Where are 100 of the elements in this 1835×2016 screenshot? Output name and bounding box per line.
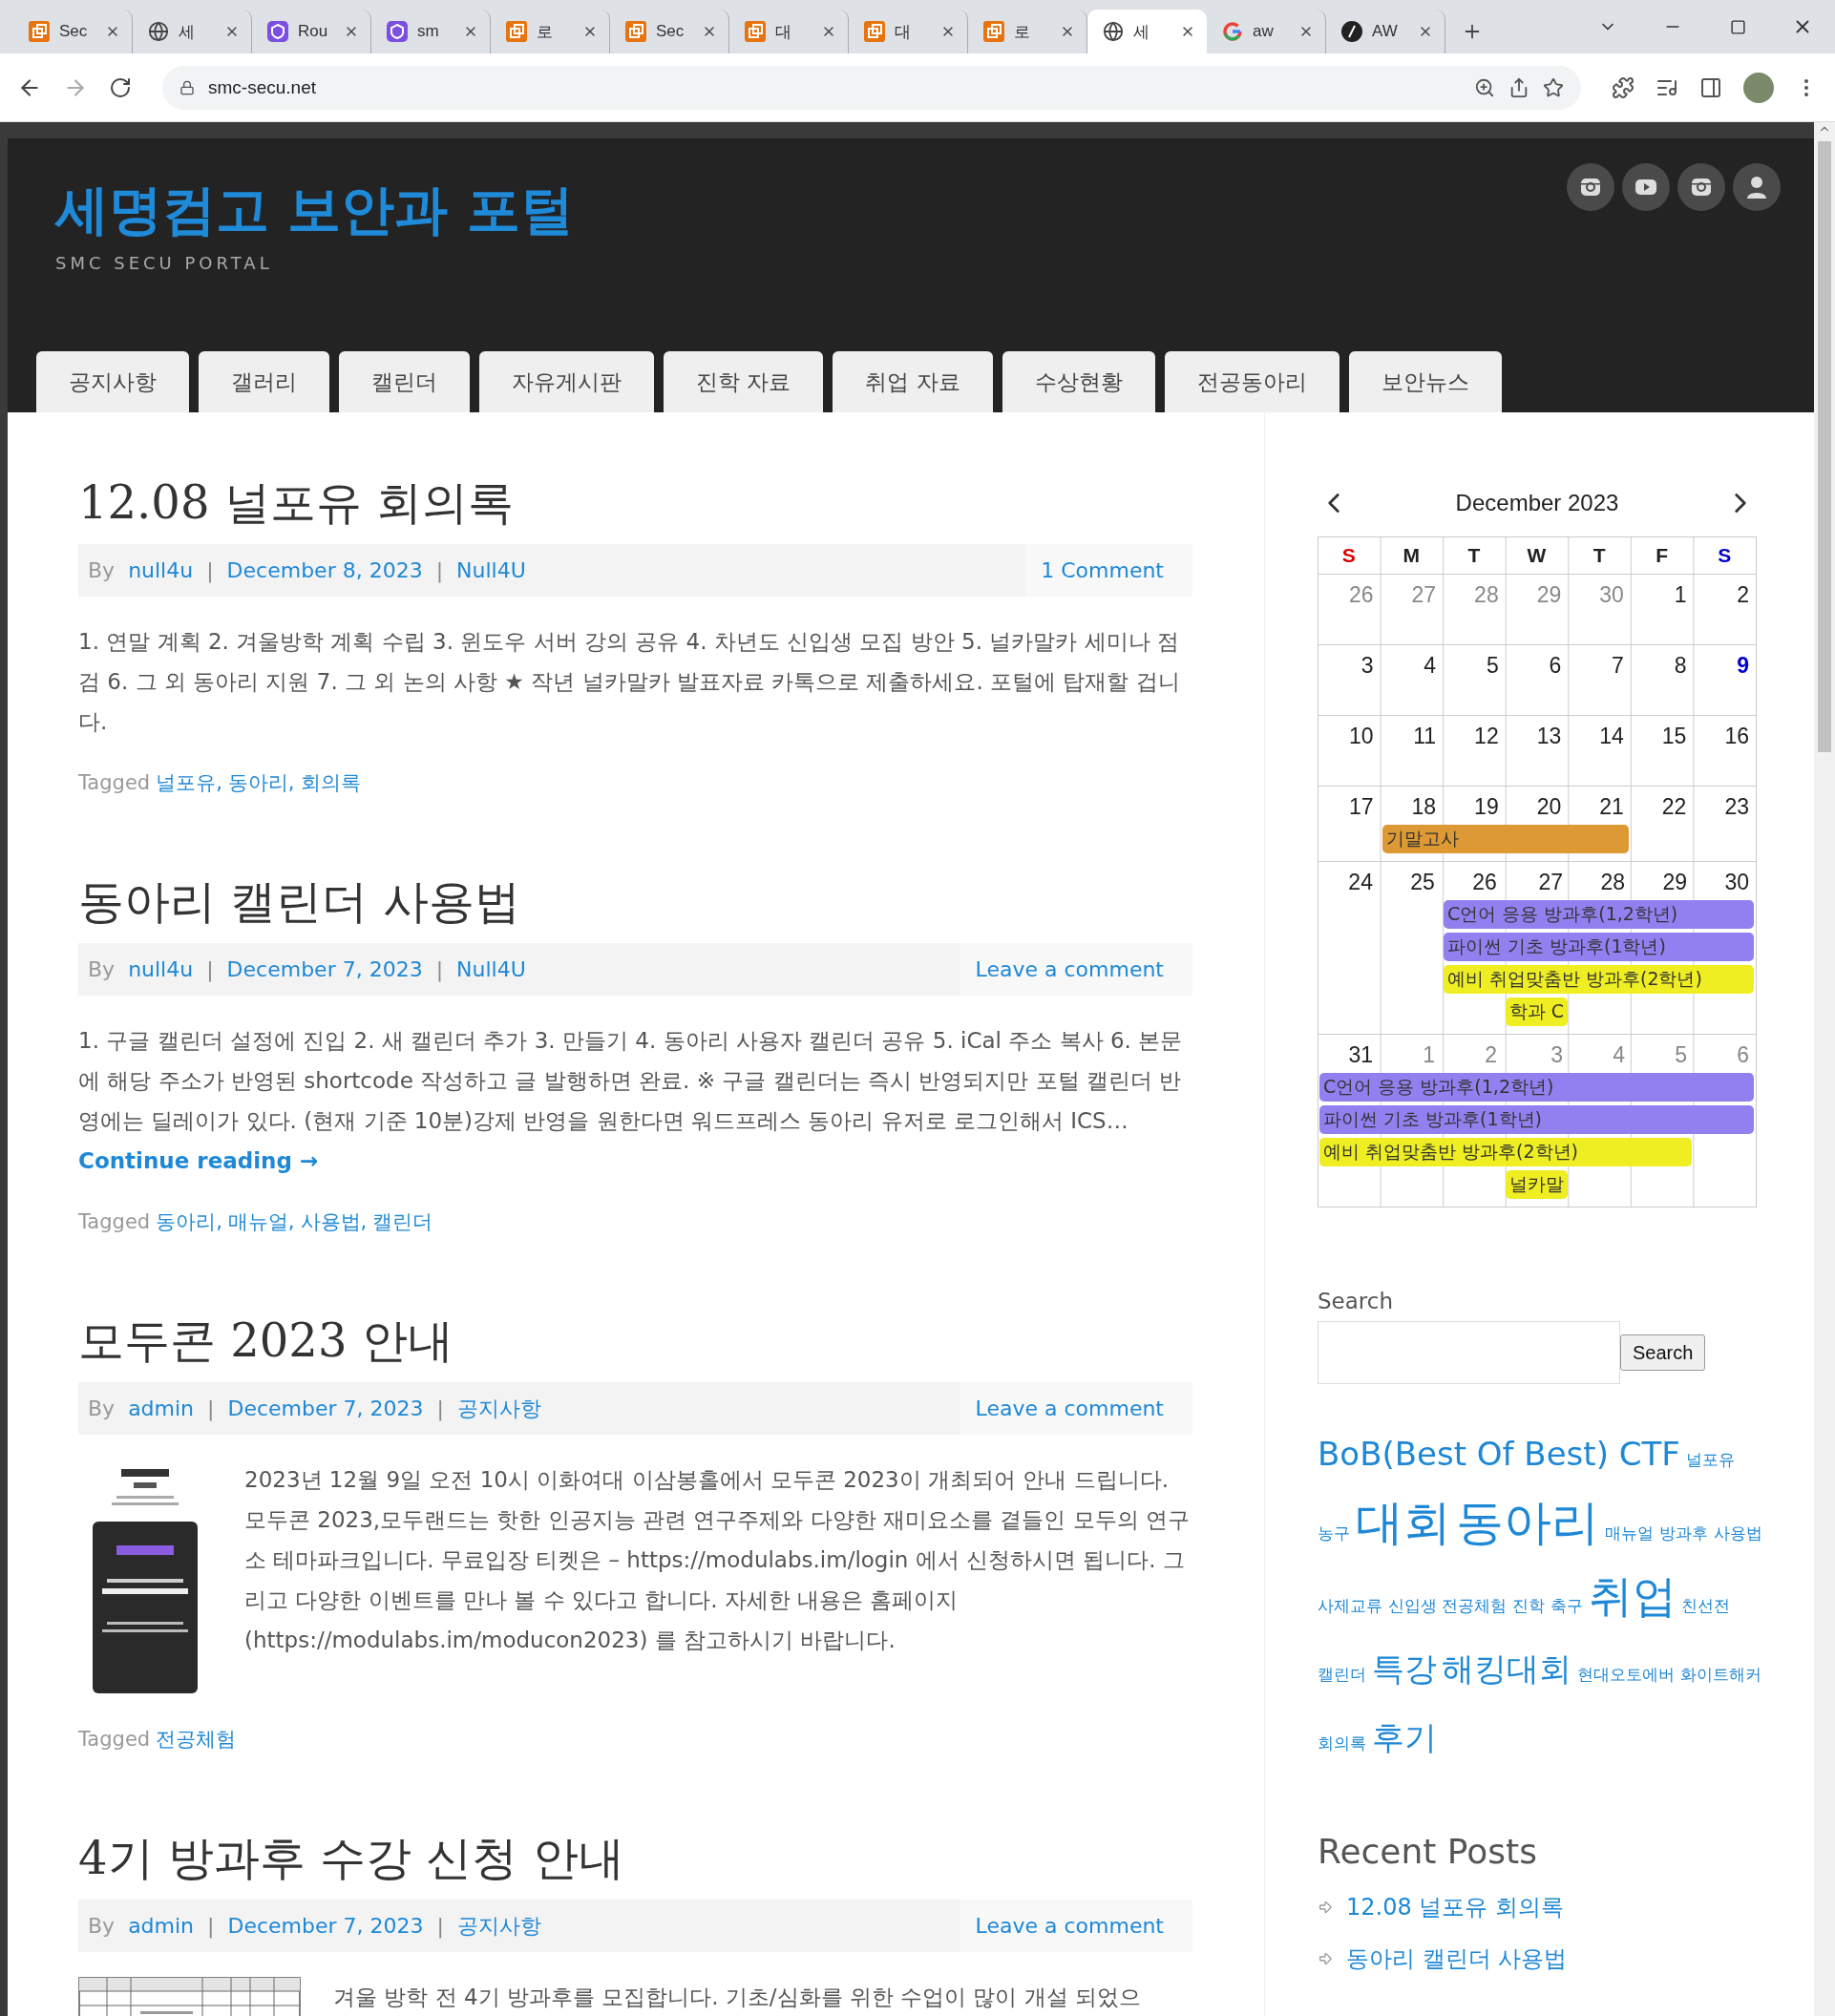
tag-link[interactable]: 전공체험 [156,1722,237,1756]
nav-tab[interactable]: 전공동아리 [1164,351,1339,412]
day-number[interactable]: 9 [1693,645,1756,682]
nav-tab[interactable]: 진학 자료 [664,351,824,412]
tag-cloud-link[interactable]: 동아리 [1456,1495,1600,1550]
tag-cloud-link[interactable]: 회의록 [1318,1733,1366,1753]
tag-link[interactable]: 사용법, [300,1205,368,1239]
social-link[interactable] [1677,163,1725,211]
day-number[interactable]: 6 [1694,1035,1756,1071]
date-link[interactable]: December 7, 2023 [227,1914,424,1938]
day-number[interactable]: 22 [1630,787,1694,823]
day-number[interactable]: 20 [1505,787,1569,823]
calendar-event[interactable]: C언어 응용 방과후(1,2학년) [1443,900,1754,929]
tag-cloud-link[interactable]: 매뉴얼 [1605,1523,1655,1543]
day-number[interactable]: 3 [1504,1035,1570,1071]
tag-cloud-link[interactable]: 해킹대회 [1442,1649,1572,1688]
day-number[interactable]: 4 [1570,1035,1632,1071]
social-link[interactable] [1567,163,1614,211]
day-number[interactable]: 14 [1568,716,1631,752]
tag-cloud-link[interactable]: 취업 [1588,1570,1677,1622]
calendar-event[interactable]: 학과 C [1505,998,1569,1026]
day-number[interactable]: 4 [1380,645,1444,682]
post-title[interactable]: 모두콘 2023 안내 [78,1310,1192,1371]
day-number[interactable]: 7 [1568,645,1631,682]
day-number[interactable]: 26 [1441,862,1504,898]
tag-cloud-link[interactable]: 후기 [1371,1718,1437,1756]
day-number[interactable]: 27 [1503,862,1571,898]
calendar-event[interactable]: 파이썬 기초 방과후(1학년) [1443,933,1754,961]
tag-cloud-link[interactable]: 캘린더 [1318,1665,1366,1684]
tag-cloud-link[interactable]: BoB(Best Of Best) CTF [1318,1435,1680,1473]
date-link[interactable]: December 7, 2023 [227,1396,424,1420]
day-number[interactable]: 11 [1380,716,1444,752]
nav-tab[interactable]: 자유게시판 [479,351,654,412]
tag-cloud-link[interactable]: 대회 [1355,1495,1451,1550]
calendar-event[interactable]: C언어 응용 방과후(1,2학년) [1319,1073,1754,1102]
day-number[interactable]: 29 [1632,862,1695,898]
tag-cloud-link[interactable]: 신입생 [1387,1596,1437,1615]
tag-cloud-link[interactable]: 진학 [1512,1596,1546,1615]
maximize-icon[interactable] [1729,18,1746,35]
calendar-event[interactable]: 예비 취업맞춤반 방과후(2학년) [1319,1138,1692,1166]
comment-link[interactable]: Leave a comment [975,1396,1164,1420]
star-icon[interactable] [1543,76,1564,98]
calendar-event[interactable]: 기말고사 [1382,825,1629,853]
tag-cloud-link[interactable]: 방과후 [1658,1523,1708,1543]
day-number[interactable]: 19 [1443,787,1506,823]
day-number[interactable]: 10 [1318,716,1381,752]
day-number[interactable]: 28 [1443,575,1506,611]
day-number[interactable]: 8 [1630,645,1694,682]
author-link[interactable]: null4u [128,558,194,582]
day-number[interactable]: 17 [1318,787,1381,823]
tag-cloud-link[interactable]: 특강 [1371,1649,1437,1688]
day-number[interactable]: 24 [1318,862,1380,898]
search-field[interactable] [1318,1321,1620,1384]
puzzle-icon[interactable] [1612,75,1635,99]
nav-tab[interactable]: 보안뉴스 [1348,351,1502,412]
continue-reading-link[interactable]: Continue reading → [78,1148,319,1173]
day-number[interactable]: 26 [1318,575,1381,611]
tag-cloud-link[interactable]: 현대오토에버 [1577,1665,1676,1684]
day-number[interactable]: 16 [1693,716,1756,752]
tag-link[interactable]: 동아리, [156,1205,222,1239]
author-link[interactable]: null4u [128,957,194,981]
post-title[interactable]: 동아리 캘린더 사용법 [78,871,1192,932]
browser-tab[interactable]: 세 [1087,10,1207,53]
zoom-icon[interactable] [1474,76,1495,98]
tag-cloud-link[interactable]: 사제교류 [1318,1596,1382,1615]
tag-cloud-link[interactable]: 사용법 [1713,1523,1762,1543]
comment-link[interactable]: 1 Comment [1041,558,1164,582]
day-number[interactable]: 27 [1380,575,1444,611]
day-number[interactable]: 21 [1568,787,1631,823]
tag-cloud-link[interactable]: 친선전 [1681,1596,1731,1615]
tag-link[interactable]: 회의록 [300,766,361,800]
day-number[interactable]: 23 [1693,787,1756,823]
nav-tab[interactable]: 취업 자료 [833,351,993,412]
avatar[interactable] [1743,72,1774,103]
address-bar[interactable]: smc-secu.net [162,65,1581,110]
day-number[interactable]: 2 [1693,575,1756,611]
day-number[interactable]: 31 [1318,1035,1380,1071]
tag-cloud-link[interactable]: 축구 [1550,1596,1583,1615]
day-number[interactable]: 12 [1443,716,1506,752]
date-link[interactable]: December 8, 2023 [226,558,423,582]
day-number[interactable]: 18 [1380,787,1444,823]
day-number[interactable]: 6 [1505,645,1569,682]
calendar-event[interactable]: 파이썬 기초 방과후(1학년) [1319,1105,1754,1134]
calendar-event[interactable]: 널카말 [1506,1170,1568,1199]
social-link[interactable] [1733,163,1781,211]
day-number[interactable]: 30 [1694,862,1756,898]
tag-cloud-link[interactable]: 화이트해커 [1679,1665,1761,1684]
category-link[interactable]: 공지사항 [456,1911,541,1941]
day-number[interactable]: 1 [1630,575,1694,611]
post-title[interactable]: 4기 방과후 수강 신청 안내 [78,1827,1192,1888]
day-number[interactable]: 15 [1630,716,1694,752]
tag-cloud-link[interactable]: 널포유 [1685,1450,1735,1469]
tag-link[interactable]: 매뉴얼, [227,1205,295,1239]
recent-post-link[interactable]: 동아리 캘린더 사용법 [1346,1943,1568,1974]
day-number[interactable]: 1 [1380,1035,1442,1071]
scrollbar-thumb[interactable] [1818,141,1831,752]
date-link[interactable]: December 7, 2023 [226,957,423,981]
day-number[interactable]: 13 [1505,716,1569,752]
day-number[interactable]: 3 [1318,645,1381,682]
search-button[interactable]: Search [1620,1334,1706,1371]
